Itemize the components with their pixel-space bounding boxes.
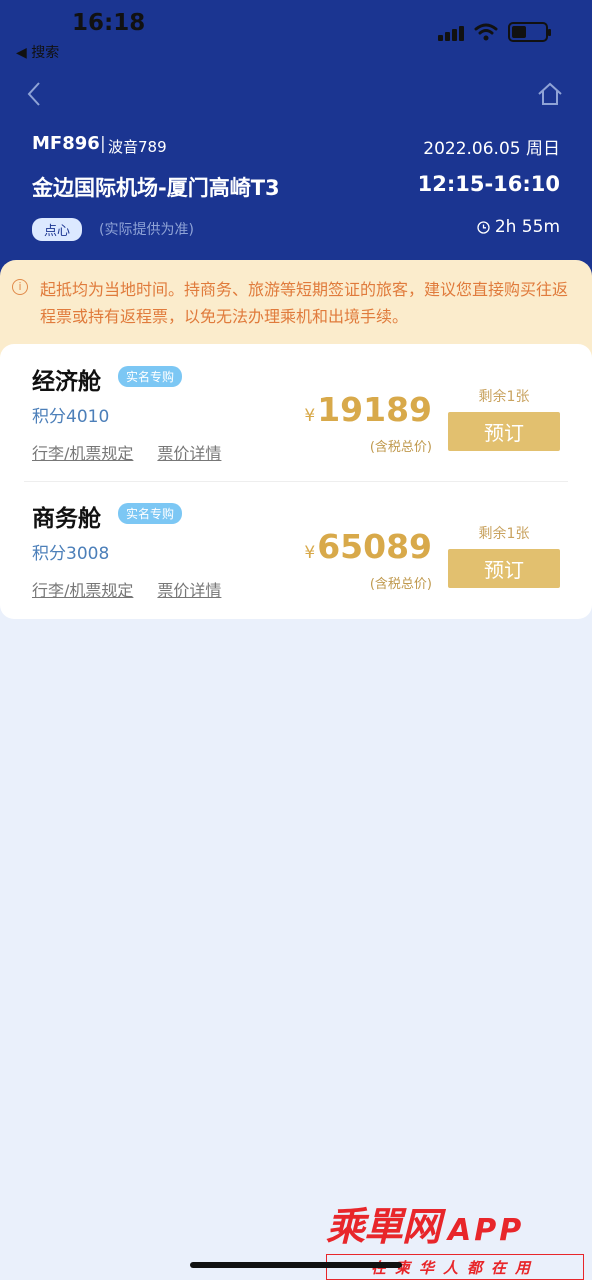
price-value: 19189 — [317, 390, 432, 429]
currency-symbol: ¥ — [304, 543, 316, 563]
realname-tag: 实名专购 — [118, 366, 183, 387]
duration-text: 2h 55m — [494, 217, 560, 237]
home-indicator[interactable] — [190, 1262, 402, 1268]
cabin-name: 经济舱 — [32, 369, 101, 395]
notice-text: 起抵均为当地时间。持商务、旅游等短期签证的旅客，建议您直接购买往返程票或持有返程… — [40, 280, 569, 326]
fare-details-link[interactable]: 票价详情 — [157, 577, 221, 601]
points-value: 积分4010 — [32, 407, 110, 427]
flight-date: 2022.06.05 周日 — [423, 139, 560, 159]
cabin-row-economy: 经济舱 实名专购 积分4010 行李/机票规定 票价详情 ¥19189 (含税总… — [0, 344, 592, 482]
flight-duration: 2h 55m — [477, 217, 560, 237]
price-value: 65089 — [317, 527, 432, 566]
flight-header: 16:18 ◀ 搜索 MF896 | 波音789 2022.06.05 周日 金… — [0, 0, 592, 280]
price-block: ¥19189 (含税总价) — [304, 392, 432, 456]
cabin-list: 经济舱 实名专购 积分4010 行李/机票规定 票价详情 ¥19189 (含税总… — [0, 344, 592, 619]
remaining-seats: 剩余1张 — [478, 389, 530, 405]
watermark-brand: 乘單网 — [326, 1205, 441, 1250]
fare-details-link[interactable]: 票价详情 — [157, 440, 221, 464]
battery-icon — [508, 22, 551, 42]
aircraft-type: 波音789 — [108, 138, 167, 156]
flight-route: 金边国际机场-厦门高崎T3 — [32, 176, 280, 200]
baggage-rules-link[interactable]: 行李/机票规定 — [32, 440, 133, 464]
book-button[interactable]: 预订 — [448, 549, 560, 588]
realname-tag: 实名专购 — [118, 503, 183, 524]
clock-icon — [477, 220, 490, 234]
watermark-app: APP — [448, 1213, 525, 1248]
status-time: 16:18 — [72, 10, 146, 36]
price-note: (含税总价) — [369, 440, 432, 455]
price-note: (含税总价) — [369, 577, 432, 592]
flight-times: 12:15-16:10 — [417, 172, 560, 196]
meal-badge: 点心 — [32, 218, 83, 241]
baggage-rules-link[interactable]: 行李/机票规定 — [32, 577, 133, 601]
info-icon: i — [12, 279, 28, 295]
remaining-seats: 剩余1张 — [478, 526, 530, 542]
flight-separator: | — [100, 134, 106, 154]
book-button[interactable]: 预订 — [448, 412, 560, 451]
flight-number: MF896 — [32, 133, 100, 154]
back-to-search-link[interactable]: ◀ 搜索 — [16, 42, 59, 62]
cabin-name: 商务舱 — [32, 506, 101, 532]
meal-note: (实际提供为准) — [99, 222, 194, 238]
home-icon[interactable] — [536, 82, 564, 106]
signal-icon — [438, 23, 464, 41]
points-value: 积分3008 — [32, 544, 110, 564]
status-icons — [438, 22, 551, 42]
back-arrow-icon[interactable] — [24, 80, 44, 108]
price-block: ¥65089 (含税总价) — [304, 529, 432, 593]
currency-symbol: ¥ — [304, 406, 316, 426]
price: ¥65089 — [304, 529, 432, 571]
wifi-icon — [474, 23, 498, 41]
price: ¥19189 — [304, 392, 432, 434]
cabin-row-business: 商务舱 实名专购 积分3008 行李/机票规定 票价详情 ¥65089 (含税总… — [0, 481, 592, 618]
